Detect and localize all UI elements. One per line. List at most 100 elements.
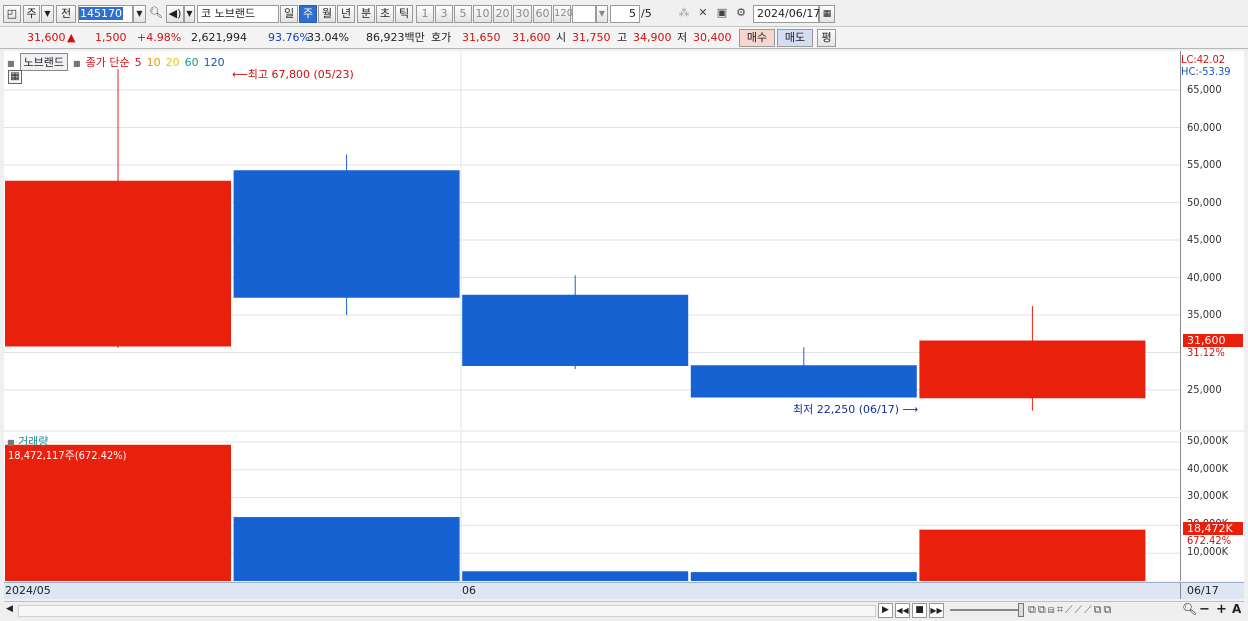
legend-marker-icon: ■ (7, 438, 15, 447)
price-tick: 65,000 (1187, 83, 1222, 96)
market-select[interactable]: 주 (23, 5, 40, 23)
period-minute[interactable]: 분 (357, 5, 375, 23)
date-input[interactable]: 2024/06/17 (753, 5, 820, 23)
interval-20[interactable]: 20 (493, 5, 512, 23)
interval-input[interactable] (572, 5, 596, 23)
rewind-icon[interactable]: ◀◀ (895, 603, 910, 618)
calendar-icon[interactable]: ▦ (819, 5, 835, 23)
price-tick: 55,000 (1187, 158, 1222, 171)
hc-value: HC:-53.39 (1181, 65, 1231, 78)
interval-5[interactable]: 5 (454, 5, 472, 23)
text-size-icon[interactable]: A (1232, 602, 1241, 616)
sound-dropdown-icon[interactable]: ▼ (184, 5, 195, 23)
high-label: 고 (617, 31, 628, 44)
volume-bar (690, 572, 917, 581)
high-annotation: ⟵최고 67,800 (05/23) (232, 68, 354, 81)
zoom-slider[interactable] (950, 609, 1018, 611)
scrollbar-track[interactable] (18, 605, 876, 617)
eval-button[interactable]: 평 (817, 29, 836, 47)
turnover: 33.04% (307, 31, 349, 44)
gear-icon[interactable]: ⚙ (733, 5, 749, 23)
market-dropdown-icon[interactable]: ▼ (41, 5, 54, 23)
stop-icon[interactable]: ■ (912, 603, 927, 618)
legend-marker-icon: ■ (7, 59, 15, 68)
volume-tick: 30,000K (1187, 489, 1229, 502)
volume-chart[interactable] (4, 432, 1180, 581)
period-week[interactable]: 주 (299, 5, 317, 23)
interval-60[interactable]: 60 (533, 5, 552, 23)
trade-amount: 86,923백만 (366, 31, 425, 44)
x-label-start: 2024/05 (5, 584, 51, 597)
period-second[interactable]: 초 (376, 5, 394, 23)
volume-percent: 672.42% (1187, 534, 1232, 547)
x-label-june: 06 (462, 584, 476, 597)
legend-ma-60: 60 (184, 56, 199, 69)
legend-ma-10: 10 (146, 56, 161, 69)
ask-label: 호가 (431, 31, 452, 44)
price-tick: 50,000 (1187, 196, 1222, 209)
volume-bar (919, 529, 1146, 581)
high-price: 34,900 (633, 31, 672, 44)
bid-price: 31,600 (512, 31, 551, 44)
interval-dropdown-icon[interactable]: ▼ (596, 5, 608, 23)
ask-price: 31,650 (462, 31, 501, 44)
interval-10[interactable]: 10 (473, 5, 492, 23)
legend-marker-icon: ■ (73, 59, 81, 68)
period-day[interactable]: 일 (280, 5, 298, 23)
sell-button[interactable]: 매도 (777, 29, 813, 47)
x-axis: 2024/05 06 (4, 582, 1180, 599)
interval-1[interactable]: 1 (416, 5, 434, 23)
stock-name-field[interactable]: 코 노브랜드 (197, 5, 279, 23)
interval-3[interactable]: 3 (435, 5, 453, 23)
magnifier-icon[interactable]: 🔍︎ (1182, 602, 1197, 616)
left-arrow-icon: ⟵ (232, 68, 248, 81)
price-tick: 35,000 (1187, 308, 1222, 321)
page-total: /5 (641, 7, 652, 20)
code-dropdown-icon[interactable]: ▼ (133, 5, 146, 23)
code-input[interactable]: 145170 (78, 5, 133, 23)
volume-bar (233, 517, 460, 581)
buy-button[interactable]: 매수 (739, 29, 775, 47)
price-tick: 40,000 (1187, 271, 1222, 284)
candle-body (919, 340, 1146, 399)
interval-30[interactable]: 30 (513, 5, 532, 23)
zoom-in-icon[interactable]: + (1216, 602, 1227, 617)
search-icon[interactable]: 🔍︎ (148, 5, 164, 23)
period-month[interactable]: 월 (318, 5, 336, 23)
prev-button[interactable]: 전 (56, 5, 76, 23)
period-year[interactable]: 년 (337, 5, 355, 23)
volume-value: 18,472,117주(672.42%) (8, 449, 127, 462)
fast-forward-icon[interactable]: ▶▶ (929, 603, 944, 618)
price-tick: 25,000 (1187, 383, 1222, 396)
zoom-slider-handle[interactable] (1018, 603, 1024, 617)
candle-body (233, 170, 460, 298)
bottom-toolbar: ◀ ▶ ◀◀ ■ ▶▶ ⧉⧉⧈⌗⟋⟋⟋⧉⧉ 🔍︎ − + A (4, 601, 1244, 619)
zoom-out-icon[interactable]: − (1199, 602, 1210, 617)
candle-body (5, 180, 231, 347)
sound-icon[interactable]: ◀) (166, 5, 184, 23)
open-label: 시 (556, 31, 567, 44)
chart-legend: ■ 노브랜드 ■ 종가 단순 5 10 20 60 120 (7, 53, 230, 71)
period-tick[interactable]: 틱 (395, 5, 413, 23)
price-change: 1,500 (95, 31, 127, 44)
crosshair-icon[interactable]: ✕ (695, 5, 711, 23)
interval-120[interactable]: 120 (553, 5, 573, 23)
price-chart[interactable] (4, 51, 1180, 430)
legend-stock-name[interactable]: 노브랜드 (19, 53, 69, 71)
table-icon[interactable]: ▦ (8, 70, 22, 84)
volume-tick: 40,000K (1187, 462, 1229, 475)
volume-chart-canvas (4, 432, 1180, 581)
play-icon[interactable]: ▶ (878, 603, 893, 618)
price-tick: 45,000 (1187, 233, 1222, 246)
link-icon[interactable]: ⁂ (676, 5, 692, 23)
scroll-left-icon[interactable]: ◀ (6, 604, 13, 614)
drawing-tools-icon[interactable]: ⧉⧉⧈⌗⟋⟋⟋⧉⧉ (1028, 603, 1113, 617)
page-input[interactable]: 5 (610, 5, 640, 23)
window-icon[interactable]: ◰ (3, 5, 21, 23)
save-icon[interactable]: ▣ (714, 5, 730, 23)
legend-ma-20: 20 (165, 56, 180, 69)
low-price: 30,400 (693, 31, 732, 44)
current-price: 31,600 (27, 31, 66, 44)
volume-bar (462, 571, 689, 581)
low-annotation: 최저 22,250 (06/17) ⟶ (793, 403, 919, 416)
